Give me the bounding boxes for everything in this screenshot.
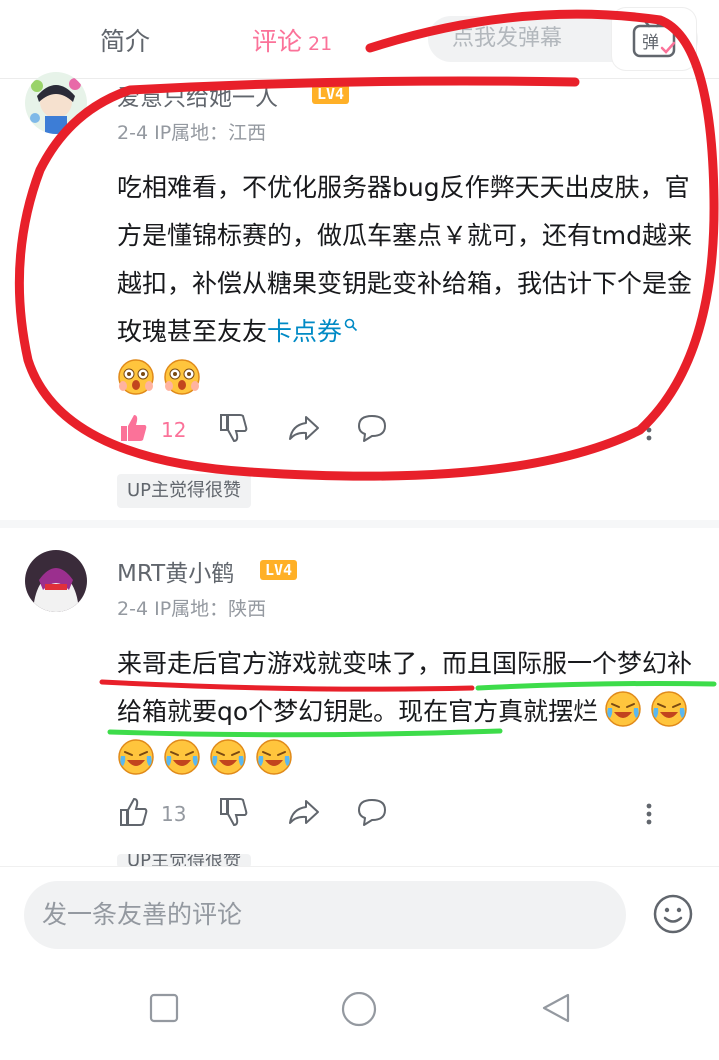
tab-intro-label: 简介 [100, 27, 151, 56]
emoji-laugh-cry-icon [163, 738, 201, 776]
danmaku-toggle-text: 弹 [642, 33, 659, 53]
tab-intro[interactable]: 简介 [100, 22, 150, 58]
thumb-up-icon[interactable] [117, 412, 149, 444]
avatar[interactable] [25, 550, 87, 612]
level-badge: LV4 [260, 560, 298, 580]
comment-date: 2-4 [117, 598, 149, 620]
emoji-laugh-cry-icon [117, 738, 155, 776]
tab-comments-label: 评论 [252, 27, 303, 56]
reply-placeholder: 发一条友善的评论 [42, 900, 243, 929]
emoji-laugh-cry-icon [209, 738, 247, 776]
top-tab-bar: 简介 评论 21 点我发弹幕 弹 [0, 0, 719, 79]
nav-back-icon[interactable] [540, 992, 572, 1024]
danmaku-toggle-button[interactable]: 弹 [612, 8, 696, 70]
nav-square-icon[interactable] [148, 992, 180, 1024]
thumb-down-icon[interactable] [217, 412, 249, 444]
share-icon[interactable] [287, 796, 321, 828]
comment-body: 吃相难看，不优化服务器bug反作弊天天出皮肤，官方是懂锦标赛的，做瓜车塞点￥就可… [117, 173, 693, 346]
username[interactable]: 爱意只给她一人 [117, 78, 278, 112]
ip-location: IP属地：江西 [154, 122, 267, 144]
comment-meta: 2-4 IP属地：陕西 [117, 594, 266, 621]
comment-icon[interactable] [355, 412, 389, 444]
avatar[interactable] [25, 72, 87, 134]
comment-actions: 12 [117, 412, 677, 452]
nav-circle-icon[interactable] [340, 992, 378, 1030]
search-icon [344, 318, 358, 332]
emoji-shocked-icon [163, 358, 201, 396]
more-vertical-icon[interactable] [645, 418, 653, 442]
emoji-laugh-cry-icon [650, 690, 688, 728]
thumb-down-icon[interactable] [217, 796, 249, 828]
like-count: 12 [161, 418, 187, 442]
comment-item: 爱意只给她一人 LV4 2-4 IP属地：江西 吃相难看，不优化服务器bug反作… [0, 70, 719, 520]
comment-meta: 2-4 IP属地：江西 [117, 118, 266, 145]
comment-date: 2-4 [117, 122, 149, 144]
share-icon[interactable] [287, 412, 321, 444]
comment-icon[interactable] [355, 796, 389, 828]
tab-comments[interactable]: 评论 21 [252, 22, 332, 58]
ip-location: IP属地：陕西 [154, 598, 267, 620]
search-link-text: 卡点券 [267, 317, 343, 346]
comment-actions: 13 [117, 796, 677, 836]
up-liked-badge: UP主觉得很赞 [117, 474, 252, 508]
emoji-smile-icon[interactable] [652, 893, 694, 935]
emoji-laugh-cry-icon [255, 738, 293, 776]
reply-bar: 发一条友善的评论 [0, 866, 719, 967]
search-link[interactable]: 卡点券 [267, 317, 358, 346]
comment-text: 吃相难看，不优化服务器bug反作弊天天出皮肤，官方是懂锦标赛的，做瓜车塞点￥就可… [117, 164, 703, 404]
thumb-up-icon[interactable] [117, 796, 149, 828]
comment-divider [0, 520, 719, 528]
comment-item: MRT黄小鹤 LV4 2-4 IP属地：陕西 来哥走后官方游戏就变味了，而且国际… [0, 528, 719, 868]
comment-text: 来哥走后官方游戏就变味了，而且国际服一个梦幻补给箱就要qo个梦幻钥匙。现在官方真… [117, 640, 703, 784]
tab-comments-count: 21 [308, 33, 333, 55]
system-nav-bar [0, 966, 719, 1060]
username[interactable]: MRT黄小鹤 [117, 554, 234, 588]
danmaku-placeholder: 点我发弹幕 [452, 26, 563, 51]
more-vertical-icon[interactable] [645, 802, 653, 826]
reply-input[interactable]: 发一条友善的评论 [24, 881, 626, 949]
like-count: 13 [161, 802, 187, 826]
emoji-shocked-icon [117, 358, 155, 396]
tv-danmaku-icon: 弹 [632, 18, 676, 58]
emoji-laugh-cry-icon [604, 690, 642, 728]
level-badge: LV4 [312, 84, 350, 104]
